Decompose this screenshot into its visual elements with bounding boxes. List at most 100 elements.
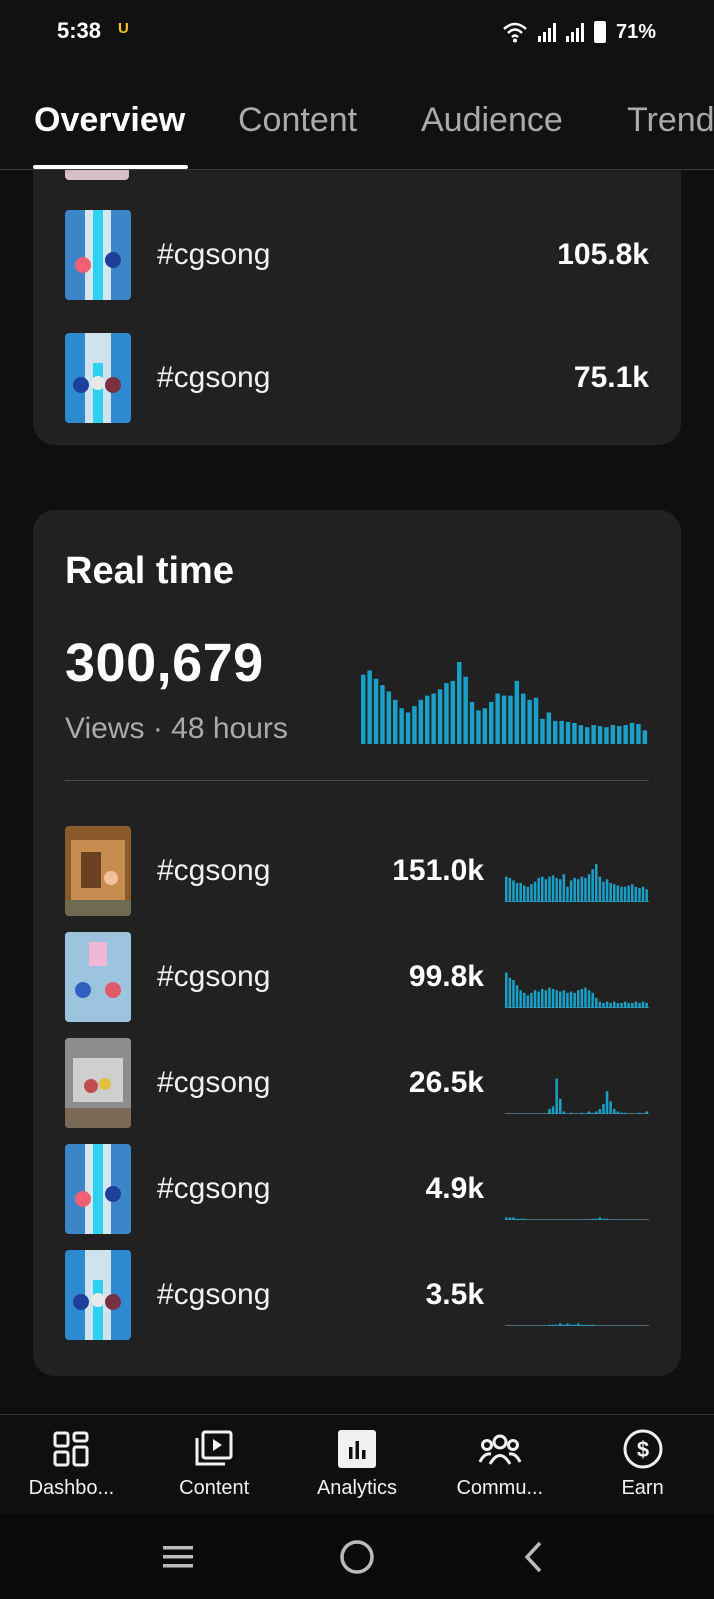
sparkline-bar xyxy=(587,1111,591,1114)
community-icon xyxy=(478,1434,522,1465)
video-views: 99.8k xyxy=(408,960,484,993)
chart-bar xyxy=(565,721,571,744)
chart-bar xyxy=(418,699,424,744)
sparkline-bar xyxy=(573,877,576,902)
nav-content[interactable]: Content xyxy=(143,1415,286,1514)
video-views: 75.1k xyxy=(573,361,649,394)
video-views: 105.8k xyxy=(557,238,649,271)
realtime-card[interactable]: Real time 300,679 Views · 48 hours #cgso… xyxy=(33,510,681,1376)
bottom-navigation: Dashbo... Content Analytics Commu... $ E… xyxy=(0,1414,714,1514)
sparkline-bar xyxy=(566,886,569,902)
chart-bar xyxy=(380,685,385,744)
chart-bar xyxy=(450,680,456,744)
tab-overview[interactable]: Overview xyxy=(34,101,185,140)
overview-scroll-area[interactable]: #cgsong 105.8k #cgsong 75.1k Real time 3… xyxy=(0,170,714,1414)
sparkline-bar xyxy=(584,877,587,902)
sparkline-bar xyxy=(627,1002,630,1008)
back-icon[interactable] xyxy=(512,1534,558,1580)
sparkline-bar xyxy=(562,1324,566,1326)
sparkline-bar xyxy=(551,1324,555,1326)
sparkline-bar xyxy=(577,1323,580,1326)
nav-dashboard[interactable]: Dashbo... xyxy=(0,1415,143,1514)
sparkline-bar xyxy=(591,869,594,902)
sparkline-bar xyxy=(587,1324,591,1326)
table-row[interactable]: #cgsong 151.0k xyxy=(65,826,649,916)
chart-bar xyxy=(591,725,596,744)
sparkline-bar xyxy=(645,889,648,902)
sparkline-bar xyxy=(508,877,512,902)
video-views: 26.5k xyxy=(408,1066,484,1099)
video-thumbnail xyxy=(65,826,131,916)
sparkline-bar xyxy=(609,1101,612,1114)
sparkline-bar xyxy=(623,1112,627,1114)
sparkline-bar xyxy=(505,1217,508,1220)
chart-bar xyxy=(578,725,584,744)
sparkline-bar xyxy=(645,1002,648,1008)
sparkline-bar xyxy=(577,990,580,1008)
sparkline-bar xyxy=(595,1218,598,1220)
chart-bar xyxy=(489,701,494,744)
tab-content[interactable]: Content xyxy=(238,101,357,140)
video-title: #cgsong xyxy=(157,361,271,394)
chart-bar xyxy=(617,726,622,744)
chart-bar xyxy=(482,708,488,744)
analytics-icon xyxy=(337,1430,376,1468)
video-title: #cgsong xyxy=(157,1172,271,1205)
sparkline-bar xyxy=(533,881,537,902)
list-item[interactable]: #cgsong 105.8k xyxy=(65,210,649,300)
table-row[interactable]: #cgsong 26.5k xyxy=(65,1038,649,1128)
table-row[interactable]: #cgsong 4.9k xyxy=(65,1144,649,1234)
sparkline-bar xyxy=(555,1324,558,1326)
sparkline-bar xyxy=(609,1002,612,1008)
sparkline-bar xyxy=(638,888,641,902)
chart-bar xyxy=(405,712,411,744)
sparkline-bar xyxy=(541,989,544,1008)
recent-apps-icon[interactable] xyxy=(155,1534,201,1580)
sparkline-bar xyxy=(631,1002,634,1008)
sparkline-bar xyxy=(587,990,591,1008)
video-thumbnail xyxy=(65,333,131,423)
video-title: #cgsong xyxy=(157,238,271,271)
dashboard-icon xyxy=(53,1431,89,1467)
sparkline-bar xyxy=(598,1217,602,1220)
sparkline-bar xyxy=(577,879,580,902)
chart-bar xyxy=(533,697,539,744)
table-row[interactable]: #cgsong 99.8k xyxy=(65,932,649,1022)
sparkline-bar xyxy=(591,1324,594,1326)
sparkline-bar xyxy=(569,1112,573,1114)
chart-bar xyxy=(501,695,507,744)
realtime-title: Real time xyxy=(65,550,234,592)
video-thumbnail[interactable] xyxy=(65,170,129,180)
sparkline-bar xyxy=(551,875,555,902)
sparkline-bar xyxy=(613,1001,616,1008)
sparkline-chart xyxy=(505,972,649,1008)
list-item[interactable]: #cgsong 75.1k xyxy=(65,333,649,423)
chart-bar xyxy=(527,699,532,744)
chart-bar xyxy=(572,722,577,744)
sparkline-bar xyxy=(519,1218,522,1220)
chart-bar xyxy=(514,680,520,744)
tab-trends[interactable]: Trends xyxy=(627,101,714,140)
analytics-tabs: Overview Content Audience Trends xyxy=(0,66,714,170)
sparkline-bar xyxy=(530,884,533,902)
sparkline-bar xyxy=(580,876,584,902)
home-icon[interactable] xyxy=(334,1534,380,1580)
sparkline-chart xyxy=(505,864,649,902)
svg-text:$: $ xyxy=(636,1437,648,1462)
sparkline-bar xyxy=(555,877,558,902)
nav-community[interactable]: Commu... xyxy=(428,1415,571,1514)
nav-earn[interactable]: $ Earn xyxy=(571,1415,714,1514)
sparkline-bar xyxy=(559,1098,562,1114)
chart-bar xyxy=(546,712,552,744)
nav-label: Earn xyxy=(621,1477,664,1499)
status-bar: 5:38 U 71% xyxy=(0,0,714,66)
chart-bar xyxy=(540,718,545,744)
nav-analytics[interactable]: Analytics xyxy=(286,1415,429,1514)
tab-audience[interactable]: Audience xyxy=(421,101,563,140)
sparkline-bar xyxy=(598,876,602,902)
nav-label: Analytics xyxy=(316,1477,397,1499)
sparkline-bar xyxy=(533,990,537,1008)
sparkline-bar xyxy=(641,886,645,902)
table-row[interactable]: #cgsong 3.5k xyxy=(65,1250,649,1340)
sparkline-bar xyxy=(616,1111,620,1114)
